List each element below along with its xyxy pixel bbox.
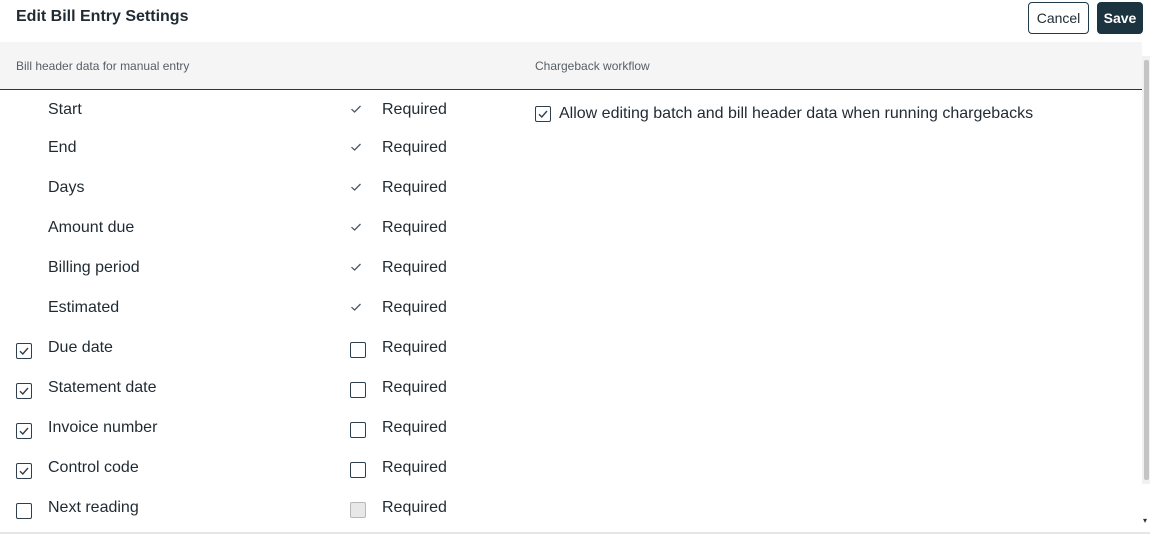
chargeback-checkbox[interactable] [535, 106, 551, 122]
scrollbar-thumb[interactable] [1144, 60, 1149, 480]
check-icon [351, 263, 361, 271]
required-check-icon [349, 180, 363, 194]
check-icon [19, 467, 29, 476]
required-label: Required [382, 101, 447, 118]
chargeback-label: Allow editing batch and bill header data… [559, 105, 1034, 122]
required-label: Required [382, 499, 447, 516]
bill-header-section-label: Bill header data for manual entry [16, 59, 190, 73]
field-label: Control code [48, 459, 139, 476]
field-label: Days [48, 179, 85, 196]
check-icon [19, 387, 29, 396]
dialog-title: Edit Bill Entry Settings [16, 8, 189, 25]
section-header-bar: Bill header data for manual entry Charge… [0, 42, 1142, 90]
field-label: Due date [48, 339, 113, 356]
check-icon [538, 110, 548, 119]
check-icon [351, 223, 361, 231]
field-row: Invoice number Required [0, 410, 500, 450]
field-label: Statement date [48, 379, 157, 396]
dialog-header: Edit Bill Entry Settings Cancel Save [0, 0, 1150, 42]
required-label: Required [382, 299, 447, 316]
required-check-icon [349, 140, 363, 154]
required-label: Required [382, 139, 447, 156]
required-check-icon [349, 300, 363, 314]
field-enabled-checkbox[interactable] [16, 343, 32, 359]
field-label: Invoice number [48, 419, 158, 436]
field-label: Amount due [48, 219, 135, 236]
field-row: Statement date Required [0, 370, 500, 410]
check-icon [351, 303, 361, 311]
required-label: Required [382, 219, 447, 236]
field-row: Next reading Required [0, 490, 500, 530]
field-row: Amount due Required [0, 210, 500, 250]
field-label: Next reading [48, 499, 139, 516]
field-row: Due date Required [0, 330, 500, 370]
scroll-down-icon[interactable]: ▾ [1143, 516, 1147, 525]
cancel-button[interactable]: Cancel [1028, 2, 1089, 34]
save-button[interactable]: Save [1097, 2, 1143, 34]
required-label: Required [382, 179, 447, 196]
required-label: Required [382, 259, 447, 276]
chargeback-section-label: Chargeback workflow [535, 59, 650, 73]
field-row: Control code Required [0, 450, 500, 490]
settings-content: Bill header data for manual entry Charge… [0, 42, 1150, 532]
field-row: End Required [0, 130, 500, 170]
required-label: Required [382, 339, 447, 356]
required-checkbox[interactable] [350, 382, 366, 398]
required-check-icon [349, 220, 363, 234]
check-icon [351, 143, 361, 151]
field-label: Start [48, 101, 82, 118]
field-label: Billing period [48, 259, 140, 276]
field-row: Estimated Required [0, 290, 500, 330]
chargeback-option[interactable]: Allow editing batch and bill header data… [535, 104, 1095, 124]
check-icon [351, 105, 361, 113]
check-icon [351, 183, 361, 191]
field-enabled-checkbox[interactable] [16, 463, 32, 479]
required-checkbox[interactable] [350, 342, 366, 358]
field-label: End [48, 139, 77, 156]
required-label: Required [382, 419, 447, 436]
required-check-icon [349, 102, 363, 116]
field-row: Days Required [0, 170, 500, 210]
field-row: Start Required [0, 92, 500, 132]
field-enabled-checkbox[interactable] [16, 423, 32, 439]
field-enabled-checkbox[interactable] [16, 503, 32, 519]
check-icon [19, 427, 29, 436]
required-label: Required [382, 459, 447, 476]
required-check-icon [349, 260, 363, 274]
field-row: Billing period Required [0, 250, 500, 290]
required-checkbox [350, 502, 366, 518]
required-label: Required [382, 379, 447, 396]
required-checkbox[interactable] [350, 462, 366, 478]
check-icon [19, 347, 29, 356]
required-checkbox[interactable] [350, 422, 366, 438]
field-label: Estimated [48, 299, 120, 316]
field-enabled-checkbox[interactable] [16, 383, 32, 399]
